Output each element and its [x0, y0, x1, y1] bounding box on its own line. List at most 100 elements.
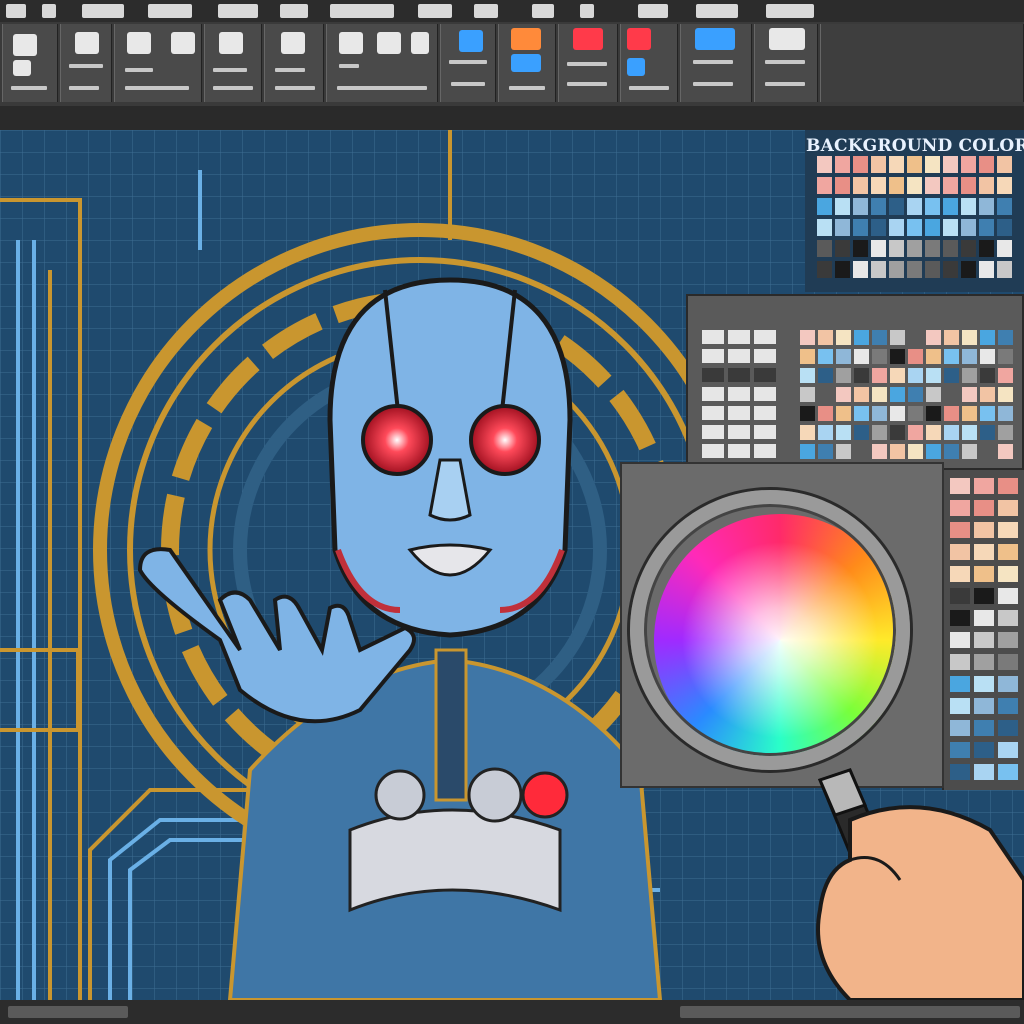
color-swatch[interactable]	[979, 156, 994, 173]
color-swatch[interactable]	[890, 387, 905, 402]
color-swatch[interactable]	[800, 368, 815, 383]
color-swatch[interactable]	[974, 654, 994, 670]
ribbon-tab[interactable]	[6, 4, 26, 18]
color-swatch[interactable]	[871, 177, 886, 194]
color-swatch[interactable]	[962, 387, 977, 402]
color-swatch[interactable]	[998, 330, 1013, 345]
color-swatch[interactable]	[950, 566, 970, 582]
color-swatch[interactable]	[974, 544, 994, 560]
color-swatch[interactable]	[974, 632, 994, 648]
crop-icon[interactable]	[127, 32, 151, 54]
color-swatch[interactable]	[926, 349, 941, 364]
color-swatch[interactable]	[835, 219, 850, 236]
color-swatch[interactable]	[871, 261, 886, 278]
palette-swatch-icon[interactable]	[627, 58, 645, 76]
color-swatch[interactable]	[872, 387, 887, 402]
color-swatch[interactable]	[974, 698, 994, 714]
color-swatch[interactable]	[944, 387, 959, 402]
effects-icon[interactable]	[411, 32, 429, 54]
fill-preview-icon[interactable]	[511, 54, 541, 72]
color-swatch[interactable]	[943, 219, 958, 236]
color-swatch[interactable]	[800, 349, 815, 364]
color-swap-icon[interactable]	[573, 28, 603, 50]
color-swatch[interactable]	[702, 444, 724, 458]
color-swatch[interactable]	[800, 387, 815, 402]
color-swatch[interactable]	[854, 406, 869, 421]
side-panel-swatches[interactable]	[944, 470, 1024, 790]
color-swatch[interactable]	[702, 406, 724, 420]
ribbon-tab[interactable]	[42, 4, 56, 18]
color-swatch[interactable]	[853, 177, 868, 194]
color-swatch[interactable]	[872, 406, 887, 421]
ribbon-tab[interactable]	[330, 4, 394, 18]
color-swatch[interactable]	[961, 156, 976, 173]
color-swatch[interactable]	[998, 444, 1013, 459]
color-swatch[interactable]	[907, 198, 922, 215]
color-swatch[interactable]	[925, 198, 940, 215]
color-swatch[interactable]	[702, 425, 724, 439]
color-swatch[interactable]	[925, 261, 940, 278]
color-swatch[interactable]	[907, 177, 922, 194]
color-swatch[interactable]	[871, 219, 886, 236]
ribbon-tab[interactable]	[638, 4, 668, 18]
color-swatch[interactable]	[908, 425, 923, 440]
color-swatch[interactable]	[800, 425, 815, 440]
color-swatch[interactable]	[997, 261, 1012, 278]
color-swatch[interactable]	[974, 588, 994, 604]
color-swatch[interactable]	[998, 406, 1013, 421]
color-swatch[interactable]	[889, 261, 904, 278]
color-swatch[interactable]	[728, 387, 750, 401]
color-swatch[interactable]	[980, 387, 995, 402]
color-swatch[interactable]	[950, 522, 970, 538]
color-swatch[interactable]	[835, 261, 850, 278]
color-swatch[interactable]	[962, 406, 977, 421]
color-swatch[interactable]	[818, 444, 833, 459]
color-swatch[interactable]	[974, 522, 994, 538]
color-swatch[interactable]	[943, 261, 958, 278]
color-swatch[interactable]	[754, 387, 776, 401]
color-swatch[interactable]	[980, 330, 995, 345]
color-swatch[interactable]	[818, 425, 833, 440]
paste-icon[interactable]	[13, 34, 37, 56]
ribbon-tab[interactable]	[218, 4, 258, 18]
color-swatch[interactable]	[997, 219, 1012, 236]
adjust-icon[interactable]	[339, 32, 363, 54]
color-swatch[interactable]	[836, 425, 851, 440]
color-swatch[interactable]	[944, 444, 959, 459]
color-swatch[interactable]	[998, 387, 1013, 402]
color-swatch[interactable]	[800, 406, 815, 421]
color-swatch[interactable]	[754, 330, 776, 344]
color-swatch[interactable]	[925, 177, 940, 194]
color-swatch[interactable]	[908, 330, 923, 345]
color-swatch[interactable]	[950, 720, 970, 736]
magnifier-icon[interactable]	[630, 490, 910, 770]
color-swatch[interactable]	[974, 566, 994, 582]
color-swatch[interactable]	[997, 156, 1012, 173]
color-swatch[interactable]	[980, 406, 995, 421]
color-swatch[interactable]	[926, 330, 941, 345]
color-swatch[interactable]	[836, 368, 851, 383]
color-swatch[interactable]	[871, 240, 886, 257]
color-swatch[interactable]	[962, 349, 977, 364]
color-swatch[interactable]	[854, 387, 869, 402]
color-swatch[interactable]	[907, 219, 922, 236]
color-swatch[interactable]	[853, 198, 868, 215]
color-swatch[interactable]	[979, 219, 994, 236]
color-swatch[interactable]	[817, 219, 832, 236]
color-swatch[interactable]	[998, 742, 1018, 758]
color-swatch[interactable]	[754, 368, 776, 382]
color-swatch[interactable]	[950, 632, 970, 648]
color-swatch[interactable]	[926, 368, 941, 383]
color-swatch[interactable]	[998, 566, 1018, 582]
color-swatch[interactable]	[962, 368, 977, 383]
color-swatch[interactable]	[980, 444, 995, 459]
color-swatch[interactable]	[872, 349, 887, 364]
color-swatch[interactable]	[950, 500, 970, 516]
color-swatch[interactable]	[926, 444, 941, 459]
color-swatch[interactable]	[926, 406, 941, 421]
copy-icon[interactable]	[13, 60, 31, 76]
color-swatch[interactable]	[835, 240, 850, 257]
color-swatch[interactable]	[754, 349, 776, 363]
color-swatch[interactable]	[944, 330, 959, 345]
color-swatch[interactable]	[754, 406, 776, 420]
